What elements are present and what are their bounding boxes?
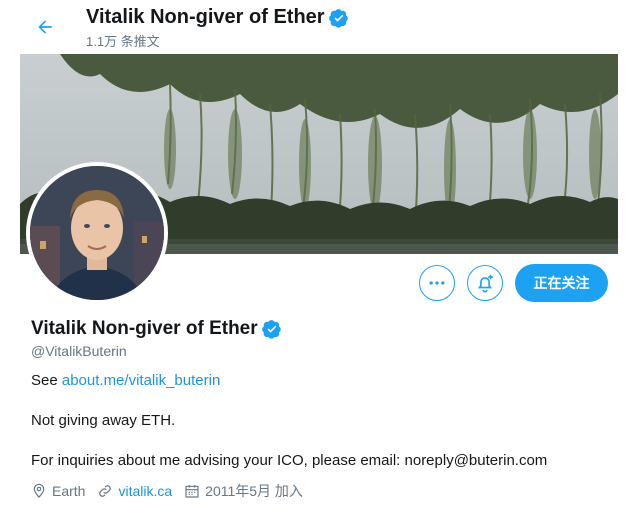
profile-header: Vitalik Non-giver of Ether 1.1万 条推文: [0, 0, 640, 54]
meta-joined: 2011年5月 加入: [184, 481, 303, 501]
website-link[interactable]: vitalik.ca: [118, 483, 172, 499]
location-text: Earth: [52, 483, 86, 499]
notify-button[interactable]: [467, 265, 503, 301]
header-title: Vitalik Non-giver of Ether: [86, 6, 349, 29]
bio-line-ico: For inquiries about me advising your ICO…: [31, 452, 548, 469]
bell-plus-icon: [477, 274, 493, 293]
joined-text: 2011年5月 加入: [205, 483, 303, 499]
verified-icon: [328, 8, 349, 28]
profile-name-text: Vitalik Non-giver of Ether: [31, 318, 258, 339]
more-button[interactable]: [419, 265, 455, 301]
back-button[interactable]: [26, 8, 64, 46]
link-icon: [99, 485, 112, 497]
following-button[interactable]: 正在关注: [515, 264, 608, 302]
bio-about-link[interactable]: about.me/vitalik_buterin: [62, 372, 220, 389]
bio-see-prefix: See: [31, 372, 62, 389]
verified-icon: [261, 319, 282, 339]
profile-name: Vitalik Non-giver of Ether: [31, 318, 282, 340]
arrow-left-icon: [38, 20, 52, 34]
profile-handle: @VitalikButerin: [31, 343, 127, 359]
meta-location: Earth: [31, 483, 85, 499]
profile-avatar[interactable]: [26, 162, 168, 304]
location-pin-icon: [33, 483, 45, 498]
tweet-count: 1.1万 条推文: [86, 34, 160, 49]
profile-meta: Earth vitalik.ca 2011年5月 加入: [31, 481, 315, 501]
avatar-image: [30, 166, 164, 300]
bio-see-line: See about.me/vitalik_buterin: [31, 372, 220, 389]
calendar-icon: [185, 485, 199, 498]
more-dots-icon: [429, 281, 445, 285]
header-name: Vitalik Non-giver of Ether: [86, 6, 325, 28]
meta-website: vitalik.ca: [97, 483, 172, 499]
bio-line-eth: Not giving away ETH.: [31, 412, 176, 429]
